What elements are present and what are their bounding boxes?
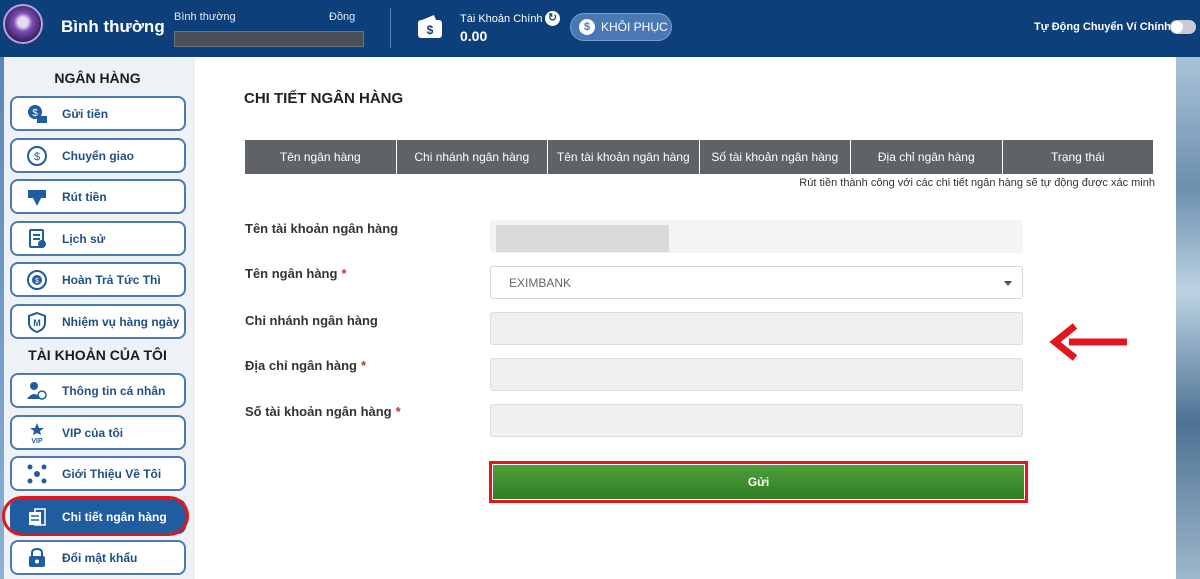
column-header-branch: Chi nhánh ngân hàng: [397, 140, 548, 174]
sidebar-item-my-vip[interactable]: VIP VIP của tôi: [10, 415, 186, 450]
restore-button-label: KHÔI PHỤC: [601, 20, 668, 34]
annotation-highlight-circle: [2, 496, 189, 536]
branch-input[interactable]: [490, 312, 1023, 345]
chevron-down-icon: [1004, 281, 1012, 286]
branch-label: Chi nhánh ngân hàng: [245, 313, 378, 328]
required-mark: *: [360, 358, 367, 373]
sidebar-item-label: Gửi tiền: [62, 106, 109, 121]
balance-amount: 0.00: [460, 28, 488, 44]
sidebar-item-label: Nhiệm vụ hàng ngày: [62, 314, 180, 329]
transfer-icon: $: [26, 145, 48, 167]
sidebar-item-label: Hoàn Trả Tức Thì: [62, 272, 161, 287]
column-header-address: Địa chỉ ngân hàng: [851, 140, 1003, 174]
address-label-text: Địa chỉ ngân hàng: [245, 358, 357, 373]
account-number-label: Số tài khoản ngân hàng *: [245, 404, 401, 419]
required-mark: *: [395, 404, 401, 419]
level-name: Bình thường: [61, 17, 165, 36]
account-section-title: TÀI KHOẢN CỦA TÔI: [28, 347, 167, 363]
bank-section-title: NGÂN HÀNG: [54, 70, 141, 86]
column-header-account-number: Số tài khoản ngân hàng: [700, 140, 851, 174]
sidebar-item-change-password[interactable]: Đổi mật khẩu: [10, 540, 186, 575]
svg-text:$: $: [35, 278, 39, 285]
required-mark: *: [341, 266, 347, 281]
auto-switch-toggle[interactable]: [1170, 20, 1196, 34]
refresh-icon[interactable]: ↻: [545, 11, 560, 26]
progress-next-level: Đồng: [329, 11, 356, 23]
wallet-icon: $: [418, 15, 442, 38]
sidebar-item-transfer[interactable]: $ Chuyển giao: [10, 138, 186, 173]
sidebar-item-daily-mission[interactable]: M Nhiệm vụ hàng ngày: [10, 304, 186, 339]
sidebar-item-instant-rebate[interactable]: $ Hoàn Trả Tức Thì: [10, 262, 186, 297]
background-decoration: [1176, 57, 1200, 579]
svg-text:$: $: [34, 151, 40, 163]
restore-button[interactable]: $ KHÔI PHỤC: [570, 13, 672, 41]
svg-text:VIP: VIP: [31, 438, 43, 444]
sidebar-item-label: Rút tiền: [62, 189, 107, 204]
sidebar-item-label: Đổi mật khẩu: [62, 550, 138, 565]
dollar-coin-icon: $: [579, 19, 595, 35]
rebate-icon: $: [26, 269, 48, 291]
account-name-label: Tên tài khoản ngân hàng: [245, 221, 398, 236]
column-header-bank-name: Tên ngân hàng: [245, 140, 397, 174]
sidebar-item-profile[interactable]: Thông tin cá nhân: [10, 373, 186, 408]
column-header-status: Trạng thái: [1050, 150, 1105, 164]
header-divider: [390, 8, 391, 48]
verification-note: Rút tiền thành công với các chi tiết ngâ…: [799, 177, 1155, 189]
sidebar-item-label: Giới Thiệu Về Tôi: [62, 466, 162, 481]
sidebar-item-label: Thông tin cá nhân: [62, 383, 166, 398]
progress-current-level: Bình thường: [174, 11, 236, 23]
account-number-label-text: Số tài khoản ngân hàng: [245, 404, 392, 419]
column-header-account-name: Tên tài khoản ngân hàng: [548, 140, 700, 174]
level-badge-icon: [3, 4, 43, 44]
sidebar-edge: [0, 57, 4, 579]
mission-icon: M: [26, 311, 48, 333]
svg-text:$: $: [427, 23, 434, 37]
deposit-icon: $: [26, 103, 48, 125]
account-name-label-text: Tên tài khoản ngân hàng: [245, 221, 399, 236]
level-progress-bar: [174, 31, 364, 47]
vip-icon: VIP: [26, 422, 48, 444]
annotation-arrow-icon: [1049, 323, 1127, 361]
sidebar-item-history[interactable]: Lịch sử: [10, 221, 186, 256]
bank-name-label: Tên ngân hàng *: [245, 266, 347, 281]
top-header: Bình thường Bình thường Đồng $ Tài Khoản…: [0, 0, 1200, 57]
address-input[interactable]: [490, 358, 1023, 391]
sidebar-item-referral[interactable]: Giới Thiệu Về Tôi: [10, 456, 186, 491]
main-account-label: Tài Khoản Chính: [460, 13, 543, 25]
profile-icon: [26, 380, 48, 402]
bank-name-label-text: Tên ngân hàng: [245, 266, 338, 281]
sidebar-item-deposit[interactable]: $ Gửi tiền: [10, 96, 186, 131]
referral-icon: [26, 463, 48, 485]
branch-label-text: Chi nhánh ngân hàng: [245, 313, 378, 328]
lock-icon: [26, 547, 48, 569]
sidebar-item-label: Chuyển giao: [62, 148, 135, 163]
sidebar-item-label: VIP của tôi: [62, 425, 124, 440]
bank-table-header: Tên ngân hàng Chi nhánh ngân hàng Tên tà…: [245, 140, 1153, 174]
sidebar-item-label: Lịch sử: [62, 231, 106, 246]
sidebar-item-withdraw[interactable]: Rút tiền: [10, 179, 186, 214]
svg-text:M: M: [33, 318, 41, 328]
bank-name-select[interactable]: EXIMBANK: [490, 266, 1023, 299]
submit-button[interactable]: Gửi: [493, 465, 1024, 499]
page-title: CHI TIẾT NGÂN HÀNG: [244, 90, 404, 107]
withdraw-icon: [26, 186, 48, 208]
masked-account-name: [496, 225, 669, 252]
bank-name-selected-value: EXIMBANK: [509, 275, 572, 290]
account-number-input[interactable]: [490, 404, 1023, 437]
address-label: Địa chỉ ngân hàng *: [245, 358, 366, 373]
history-icon: [26, 228, 48, 250]
auto-switch-label: Tự Động Chuyển Ví Chính: [1034, 21, 1171, 33]
